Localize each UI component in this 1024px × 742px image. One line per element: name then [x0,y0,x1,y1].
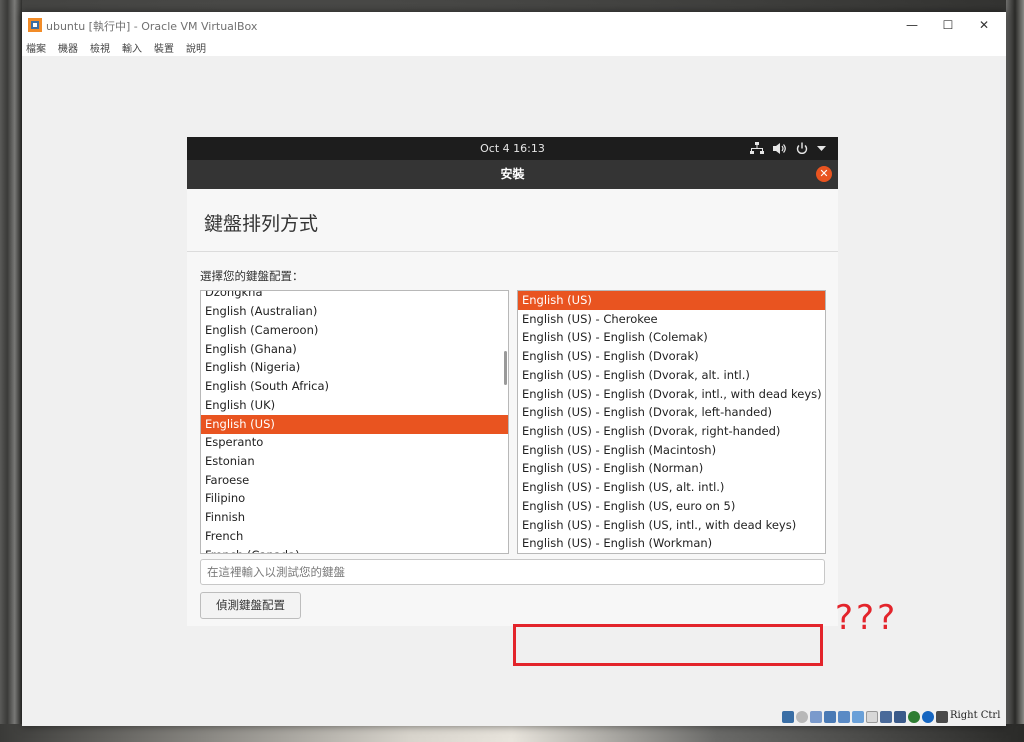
installer-title: 安裝 [500,167,525,181]
desktop-background-right [1006,0,1024,742]
list-item[interactable]: English (US) - English (Dvorak, right-ha… [518,422,825,441]
list-item[interactable]: Finnish [201,508,508,527]
menu-view[interactable]: 檢視 [90,40,110,55]
list-item[interactable]: English (Australian) [201,302,508,321]
host-key-label: Right Ctrl [950,710,1001,721]
list-item[interactable]: Faroese [201,471,508,490]
list-item[interactable]: English (Nigeria) [201,358,508,377]
list-item[interactable]: English (US) - English (Colemak) [518,328,825,347]
shared-folders-icon[interactable] [852,711,864,723]
list-item[interactable]: English (US) - English (Dvorak, intl., w… [518,385,825,404]
list-item-selected[interactable]: English (US) [201,415,508,434]
recording-icon[interactable] [880,711,892,723]
keyboard-capture-icon[interactable] [936,711,948,723]
list-item[interactable]: English (US) - English (Workman) [518,534,825,553]
list-item[interactable]: Dzongkha [201,291,508,302]
menu-file[interactable]: 檔案 [26,40,46,55]
hard-disk-icon[interactable] [782,711,794,723]
keyboard-test-input[interactable] [200,559,825,585]
list-item[interactable]: Filipino [201,489,508,508]
list-item[interactable]: English (Cameroon) [201,321,508,340]
list-item[interactable]: English (US) - English (Norman) [518,459,825,478]
detect-layout-button[interactable]: 偵測鍵盤配置 [200,592,301,619]
list-item[interactable]: Estonian [201,452,508,471]
menubar: 檔案 機器 檢視 輸入 裝置 說明 [22,38,1006,56]
virtualbox-app-icon [28,18,42,32]
title-divider [187,251,838,252]
list-item[interactable]: English (US) - English (US, intl., with … [518,516,825,535]
page-title: 鍵盤排列方式 [204,213,319,235]
cpu-icon[interactable] [894,711,906,723]
list-item[interactable]: French (Canada) [201,546,508,553]
vt-x-icon[interactable] [908,711,920,723]
list-item[interactable]: English (US) - English (Dvorak, alt. int… [518,366,825,385]
mouse-integration-icon[interactable] [922,711,934,723]
vm-statusbar: Right Ctrl [22,708,1006,726]
minimize-button[interactable]: — [898,15,926,35]
list-item[interactable]: French [201,527,508,546]
window-titlebar: ubuntu [執行中] - Oracle VM VirtualBox — ☐ … [22,12,1006,38]
menu-input[interactable]: 輸入 [122,40,142,55]
keyboard-layout-list[interactable]: Dzongkha English (Australian) English (C… [200,290,509,554]
clock[interactable]: Oct 4 16:13 [187,137,838,160]
installer-close-button[interactable]: ✕ [816,166,832,182]
window-close-button[interactable]: ✕ [970,15,998,35]
keyboard-variant-list[interactable]: English (US) English (US) - Cherokee Eng… [517,290,826,554]
desktop-background-bottom [0,724,1024,742]
list-item[interactable]: English (South Africa) [201,377,508,396]
list-item[interactable]: English (US) - English (US, euro on 5) [518,497,825,516]
audio-icon[interactable] [810,711,822,723]
window-title: ubuntu [執行中] - Oracle VM VirtualBox [46,20,258,33]
usb-icon[interactable] [838,711,850,723]
installer-headerbar: 安裝 ✕ [187,160,838,189]
network-adapter-icon[interactable] [824,711,836,723]
layout-list-scrollbar[interactable] [504,351,507,385]
network-icon[interactable] [750,142,764,155]
annotation-question-marks: ??? [835,598,899,638]
list-item[interactable]: English (US) - English (Dvorak) [518,347,825,366]
list-item[interactable]: English (US) - English (US, alt. intl.) [518,478,825,497]
gnome-top-bar: Oct 4 16:13 [187,137,838,160]
list-item[interactable]: English (US) - English (Dvorak, left-han… [518,403,825,422]
menu-devices[interactable]: 裝置 [154,40,174,55]
list-item[interactable]: Esperanto [201,433,508,452]
menu-machine[interactable]: 機器 [58,40,78,55]
volume-icon[interactable] [773,142,787,155]
list-item-selected[interactable]: English (US) [518,291,825,310]
layout-prompt: 選擇您的鍵盤配置： [200,269,304,283]
optical-drive-icon[interactable] [796,711,808,723]
list-item[interactable]: English (US) - Cherokee [518,310,825,329]
display-icon[interactable] [866,711,878,723]
desktop-background-left [0,0,22,742]
system-menu-chevron-down-icon[interactable] [817,146,826,152]
guest-screen: Oct 4 16:13 安裝 ✕ 鍵盤排列方式 選擇您的鍵盤配置： Dzongk… [187,137,838,626]
annotation-highlight-box [513,624,823,666]
menu-help[interactable]: 說明 [186,40,206,55]
list-item[interactable]: English (UK) [201,396,508,415]
list-item[interactable]: English (US) - English (Macintosh) [518,441,825,460]
power-icon[interactable] [796,142,808,155]
list-item[interactable]: English (Ghana) [201,340,508,359]
maximize-button[interactable]: ☐ [934,15,962,35]
